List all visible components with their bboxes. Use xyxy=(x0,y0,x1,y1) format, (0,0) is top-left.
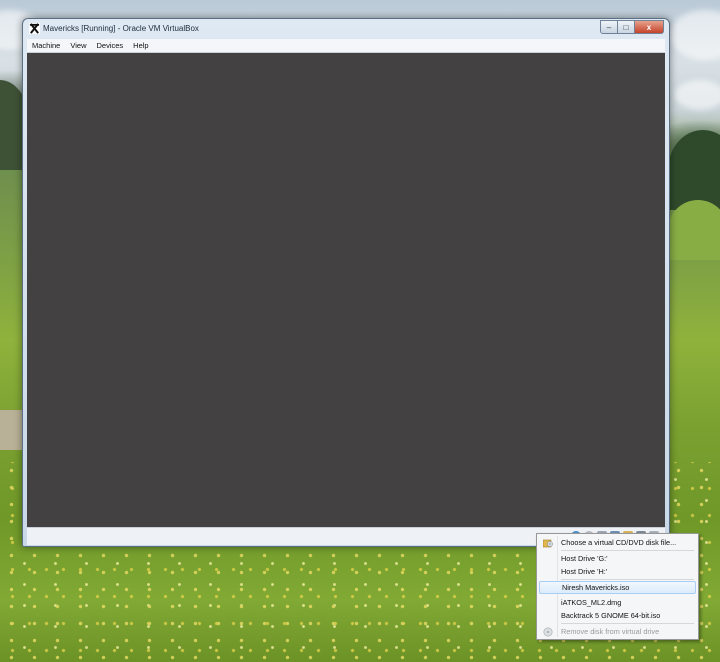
menu-separator xyxy=(561,579,694,580)
menu-separator xyxy=(561,550,694,551)
hill xyxy=(668,200,720,260)
menu-niresh-mavericks-iso[interactable]: Niresh Mavericks.iso xyxy=(539,581,696,594)
menu-iatkos-ml2-dmg[interactable]: iATKOS_ML2.dmg xyxy=(539,596,696,609)
menu-choose-disk-file[interactable]: Choose a virtual CD/DVD disk file... xyxy=(539,536,696,549)
hill xyxy=(668,130,720,210)
menu-host-drive-g[interactable]: Host Drive 'G:' xyxy=(539,552,696,565)
folder-disk-icon xyxy=(543,539,553,547)
menu-item-label: Host Drive 'G:' xyxy=(561,554,608,563)
menu-devices[interactable]: Devices xyxy=(91,41,128,50)
menu-help[interactable]: Help xyxy=(128,41,153,50)
vm-display[interactable] xyxy=(27,53,665,527)
close-button[interactable]: x xyxy=(635,20,664,34)
menu-separator xyxy=(561,623,694,624)
menu-backtrack-iso[interactable]: Backtrack 5 GNOME 64-bit.iso xyxy=(539,609,696,622)
menu-host-drive-h[interactable]: Host Drive 'H:' xyxy=(539,565,696,578)
menu-item-label: Host Drive 'H:' xyxy=(561,567,608,576)
cloud xyxy=(675,80,720,110)
cloud xyxy=(670,10,720,60)
menu-item-label: Niresh Mavericks.iso xyxy=(562,583,630,592)
menubar: Machine View Devices Help xyxy=(27,39,665,53)
menu-item-label: Choose a virtual CD/DVD disk file... xyxy=(561,538,677,547)
menu-machine[interactable]: Machine xyxy=(27,41,65,50)
window-controls: – □ x xyxy=(600,20,664,34)
menu-remove-disk[interactable]: Remove disk from virtual drive xyxy=(539,625,696,638)
virtualbox-icon xyxy=(29,23,40,34)
window-title: Mavericks [Running] - Oracle VM VirtualB… xyxy=(43,24,199,33)
menu-item-label: iATKOS_ML2.dmg xyxy=(561,598,622,607)
menu-view[interactable]: View xyxy=(65,41,91,50)
menu-item-label: Remove disk from virtual drive xyxy=(561,627,660,636)
menu-item-label: Backtrack 5 GNOME 64-bit.iso xyxy=(561,611,661,620)
window-titlebar[interactable]: Mavericks [Running] - Oracle VM VirtualB… xyxy=(23,19,669,39)
dirt-path xyxy=(0,410,24,450)
remove-disk-icon xyxy=(543,627,553,636)
maximize-button[interactable]: □ xyxy=(618,20,635,34)
virtualbox-window[interactable]: Mavericks [Running] - Oracle VM VirtualB… xyxy=(22,18,670,547)
optical-drive-context-menu: Choose a virtual CD/DVD disk file... Hos… xyxy=(536,533,699,640)
minimize-button[interactable]: – xyxy=(600,20,618,34)
